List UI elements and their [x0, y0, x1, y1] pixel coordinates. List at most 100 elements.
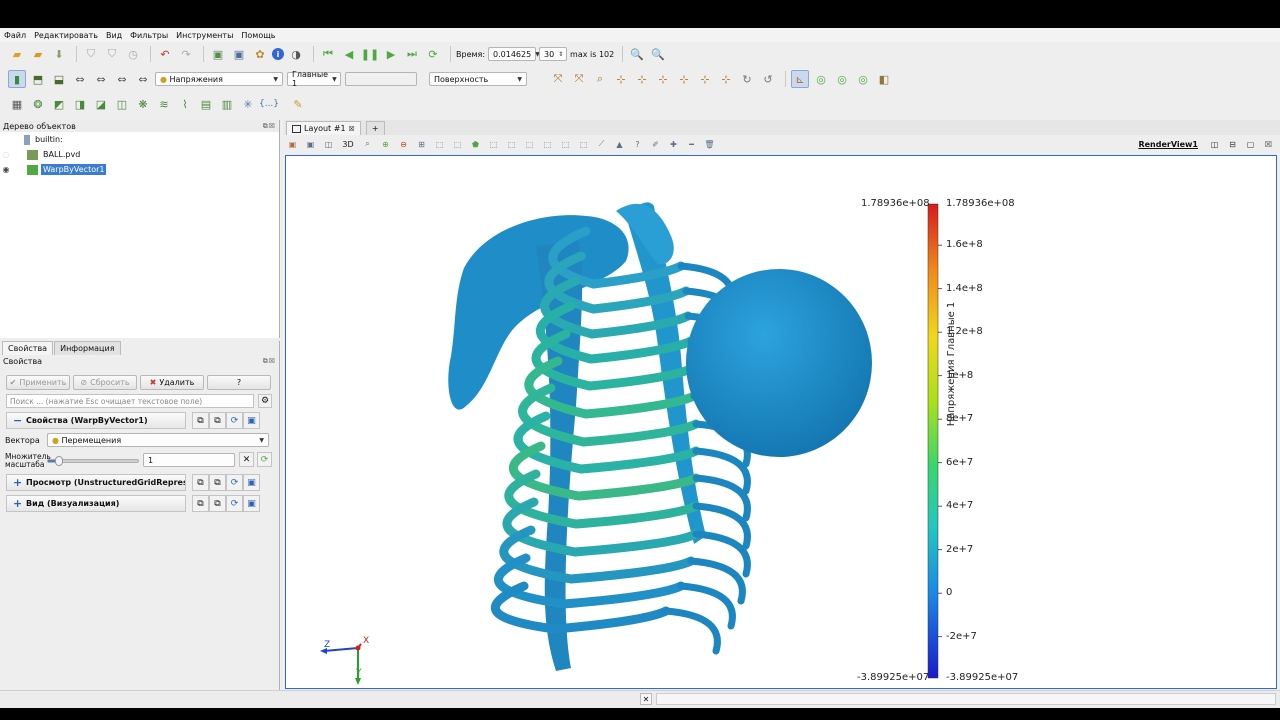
- contour-icon[interactable]: ❂: [29, 95, 47, 113]
- menu-view[interactable]: Вид: [106, 31, 122, 40]
- search-input[interactable]: Поиск ... (нажатие Esc очищает текстовое…: [6, 394, 254, 408]
- cube-icon[interactable]: ◧: [875, 70, 893, 88]
- palette-icon[interactable]: ✿: [251, 45, 269, 63]
- tab-layout-1[interactable]: Layout #1 ☒: [286, 121, 361, 135]
- array-combo[interactable]: ● Напряжения ▼: [155, 72, 283, 86]
- delete-button[interactable]: ✖ Удалить: [140, 375, 204, 390]
- gear-icon[interactable]: ⚙: [258, 394, 272, 408]
- rotate-ccw-icon[interactable]: ↺: [759, 70, 777, 88]
- pick-center-icon[interactable]: ◎: [854, 70, 872, 88]
- split-horizontal-icon[interactable]: ◫: [1208, 138, 1221, 151]
- save-icon[interactable]: ▣: [243, 474, 260, 491]
- tab-information[interactable]: Информация: [54, 341, 121, 355]
- reset-camera-icon[interactable]: ⤧: [549, 70, 567, 88]
- render-view-name[interactable]: RenderView1: [1138, 140, 1198, 149]
- threshold-icon[interactable]: ◪: [92, 95, 110, 113]
- clip-icon[interactable]: ◩: [50, 95, 68, 113]
- clear-selection-icon[interactable]: ⬚: [577, 138, 590, 151]
- auto-apply-icon[interactable]: ◷: [124, 45, 142, 63]
- grow-selection-icon[interactable]: ⬚: [523, 138, 536, 151]
- section-display[interactable]: +Просмотр (UnstructuredGridRepresenta: [6, 474, 186, 491]
- loop-icon[interactable]: ⟳: [424, 45, 442, 63]
- maximize-icon[interactable]: ▢: [1244, 138, 1257, 151]
- mode-3d-button[interactable]: 3D: [340, 138, 356, 151]
- menu-tools[interactable]: Инструменты: [176, 31, 233, 40]
- save-data-icon[interactable]: ⬇: [50, 45, 68, 63]
- color-legend-icon[interactable]: ▮: [8, 70, 26, 88]
- color-legend[interactable]: [927, 203, 942, 679]
- stream-tracer-icon[interactable]: ≋: [155, 95, 173, 113]
- zoom-box-icon[interactable]: 🔍: [649, 45, 667, 63]
- rescale-time-icon[interactable]: ⇔: [92, 70, 110, 88]
- interactive-select-icon[interactable]: ⬚: [451, 138, 464, 151]
- view-plus-z-icon[interactable]: ⊹: [696, 70, 714, 88]
- menu-filters[interactable]: Фильтры: [130, 31, 168, 40]
- representation-combo[interactable]: Поверхность ▼: [429, 72, 527, 86]
- label-icon[interactable]: ✐: [649, 138, 662, 151]
- warp-vector-icon[interactable]: ⌇: [176, 95, 194, 113]
- empty-combo[interactable]: [345, 72, 417, 86]
- close-progress-icon[interactable]: ✕: [640, 693, 652, 705]
- reset-center-icon[interactable]: ◎: [833, 70, 851, 88]
- help-button[interactable]: ?: [207, 375, 271, 390]
- undo-icon[interactable]: ↶: [156, 45, 174, 63]
- redo-icon[interactable]: ↷: [177, 45, 195, 63]
- last-frame-icon[interactable]: ⏭: [403, 45, 421, 63]
- snowflake-icon[interactable]: ✳: [239, 95, 257, 113]
- scale-slider[interactable]: [47, 456, 139, 466]
- remove-camera-icon[interactable]: ━: [685, 138, 698, 151]
- section-properties[interactable]: − Свойства (WarpByVector1): [6, 412, 186, 429]
- view-plus-x-icon[interactable]: ⊹: [612, 70, 630, 88]
- add-layout-button[interactable]: +: [365, 121, 385, 135]
- ribcage-model[interactable]: [448, 202, 751, 671]
- extract-subset-icon[interactable]: ◫: [113, 95, 131, 113]
- hover-cells-icon[interactable]: ⬚: [487, 138, 500, 151]
- scale-input[interactable]: 1: [143, 453, 235, 467]
- view-minus-z-icon[interactable]: ⊹: [717, 70, 735, 88]
- close-icon[interactable]: ☒: [349, 125, 355, 133]
- camera-icon[interactable]: ◫: [322, 138, 335, 151]
- clear-icon[interactable]: ✕: [239, 452, 254, 467]
- tab-properties[interactable]: Свойства: [2, 341, 54, 355]
- view-minus-x-icon[interactable]: ⊹: [633, 70, 651, 88]
- panel-controls[interactable]: ⧉☒: [263, 357, 279, 366]
- camera-redo-icon[interactable]: ▣: [230, 45, 248, 63]
- annotate-icon[interactable]: ▲: [613, 138, 626, 151]
- extract-selection-icon[interactable]: ⬚: [559, 138, 572, 151]
- eye-open-icon[interactable]: ◉: [0, 165, 12, 174]
- rescale-range-icon[interactable]: ⇔: [134, 70, 152, 88]
- reset-button[interactable]: ⊘ Сбросить: [73, 375, 137, 390]
- view-plus-y-icon[interactable]: ⊹: [654, 70, 672, 88]
- section-view[interactable]: + Вид (Визуализация): [6, 495, 186, 512]
- close-view-icon[interactable]: ☒: [1262, 138, 1275, 151]
- save-icon[interactable]: ▣: [243, 495, 260, 512]
- screenshot-icon[interactable]: ▣: [286, 138, 299, 151]
- calculator-icon[interactable]: ▦: [8, 95, 26, 113]
- copy-icon[interactable]: ⧉: [192, 474, 209, 491]
- next-frame-icon[interactable]: ▶: [382, 45, 400, 63]
- capture-icon[interactable]: ▣: [304, 138, 317, 151]
- paraview-icon[interactable]: ◑: [287, 45, 305, 63]
- zoom-icon[interactable]: ⌕: [361, 138, 374, 151]
- extract-level-icon[interactable]: ▥: [218, 95, 236, 113]
- paste-icon[interactable]: ⧉: [209, 495, 226, 512]
- open-recent-icon[interactable]: ▰: [29, 45, 47, 63]
- menu-file[interactable]: Файл: [4, 31, 26, 40]
- select-points-icon[interactable]: ⊖: [397, 138, 410, 151]
- center-axes-icon[interactable]: ◎: [812, 70, 830, 88]
- trash-icon[interactable]: 🗑: [703, 138, 716, 151]
- ball-sphere[interactable]: [686, 269, 872, 457]
- component-combo[interactable]: Главные 1 ▼: [287, 70, 341, 88]
- copy-icon[interactable]: ⧉: [192, 412, 209, 429]
- prev-frame-icon[interactable]: ◀: [340, 45, 358, 63]
- vectors-combo[interactable]: ● Перемещения ▼: [47, 433, 269, 447]
- connect-icon[interactable]: ⛉: [82, 45, 100, 63]
- shrink-selection-icon[interactable]: ⬚: [541, 138, 554, 151]
- pause-icon[interactable]: ❚❚: [361, 45, 379, 63]
- ruler-icon[interactable]: ✎: [289, 95, 307, 113]
- time-combo[interactable]: 0.014625 ▼: [488, 47, 540, 61]
- group-datasets-icon[interactable]: ▤: [197, 95, 215, 113]
- rotate-cw-icon[interactable]: ↻: [738, 70, 756, 88]
- refresh-icon[interactable]: ⟳: [226, 495, 243, 512]
- polygon-select-icon[interactable]: ⬟: [469, 138, 482, 151]
